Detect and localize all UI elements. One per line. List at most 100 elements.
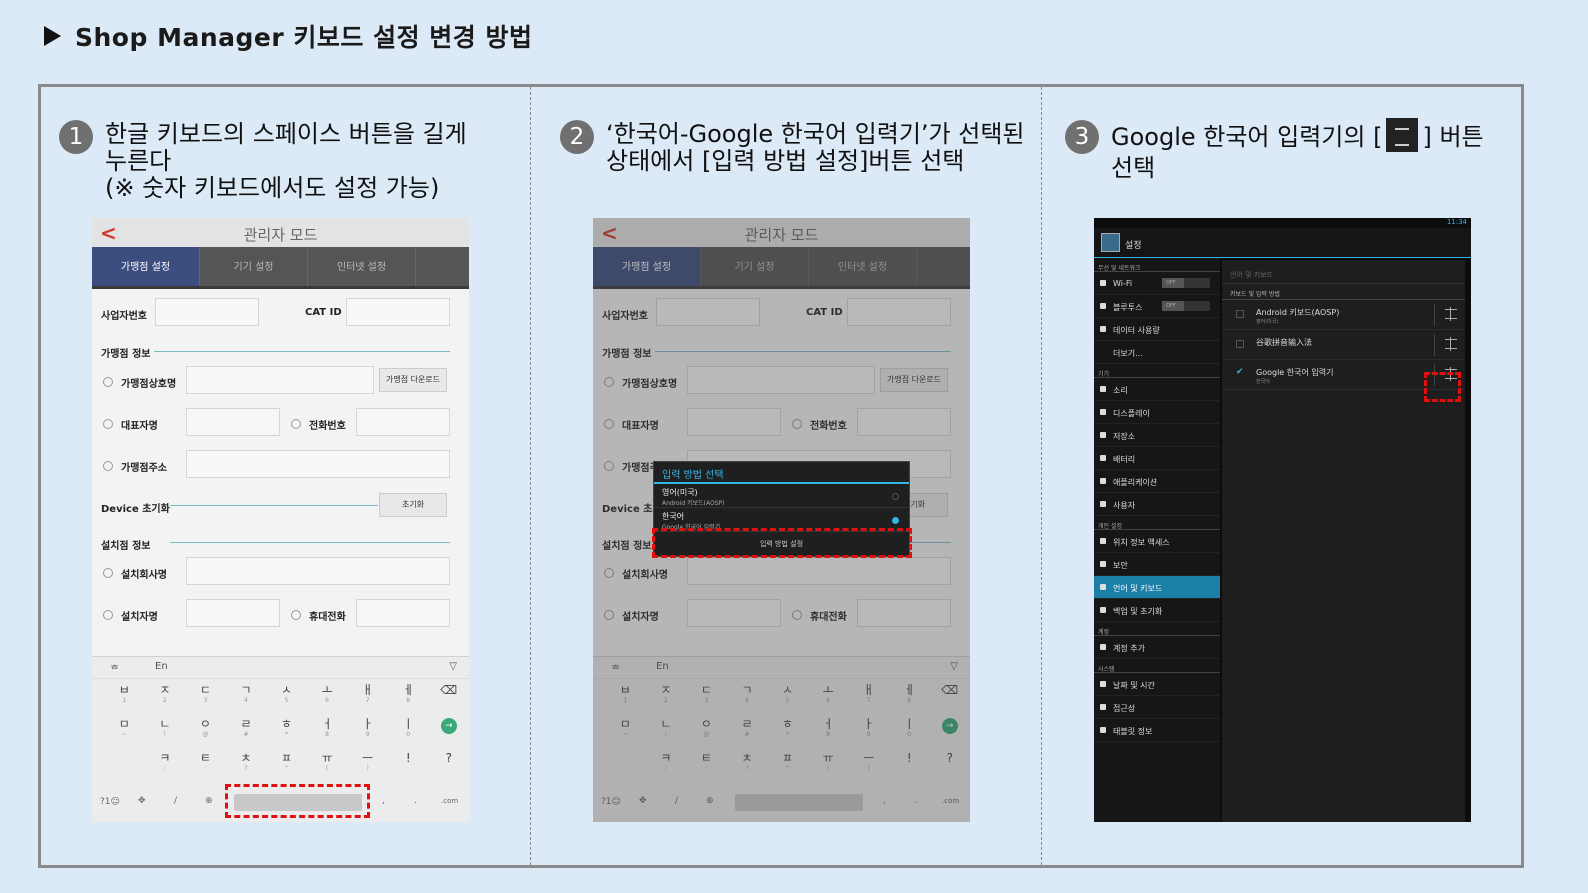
installer-input[interactable] (186, 599, 280, 627)
radio[interactable] (103, 610, 113, 620)
key[interactable]: ㅏ9 (347, 713, 388, 747)
step-text: Google 한국어 입력기의 [] 버튼 선택 (1111, 118, 1484, 182)
store-info-section: 가맹점 정보 (101, 349, 151, 360)
ime-row-aosp[interactable]: Android 키보드(AOSP) 영어(미국) (1222, 300, 1465, 330)
menu-accessibility[interactable]: 접근성 (1094, 696, 1220, 719)
radio[interactable] (291, 419, 301, 429)
key[interactable]: ㅗ6 (307, 679, 348, 713)
key[interactable]: ㄷ3 (185, 679, 226, 713)
key[interactable]: ㅊ? (226, 747, 267, 781)
bluetooth-icon (1100, 303, 1106, 309)
address-label: 가맹점주소 (121, 463, 167, 474)
owner-input[interactable] (186, 408, 280, 436)
menu-display[interactable]: 디스플레이 (1094, 401, 1220, 424)
menu-more[interactable]: 더보기... (1094, 341, 1220, 364)
menu-wifi[interactable]: Wi-Fi OFF (1094, 272, 1220, 295)
bluetooth-toggle[interactable]: OFF (1162, 301, 1210, 311)
enter-key[interactable]: → (429, 713, 470, 747)
key[interactable]: ? (429, 747, 470, 781)
globe-icon[interactable]: ⊕ (205, 796, 213, 806)
backspace-icon[interactable]: ⌫ (429, 679, 470, 713)
menu-security[interactable]: 보안 (1094, 553, 1220, 576)
key[interactable]: ㄱ4 (226, 679, 267, 713)
panel-header: 언어 및 키보드 (1222, 260, 1465, 284)
cat-id-input[interactable] (346, 298, 450, 326)
tab-device-settings[interactable]: 기기 설정 (200, 247, 308, 286)
ime-row-pinyin[interactable]: 谷歌拼音输入法 (1222, 330, 1465, 360)
radio[interactable] (103, 461, 113, 471)
key[interactable]: ㅋ; (145, 747, 186, 781)
menu-tablet-info[interactable]: 태블릿 정보 (1094, 719, 1220, 742)
keyboard-bar: ᄒ En ▽ (92, 657, 469, 679)
reset-button[interactable]: 초기화 (379, 493, 447, 517)
menu-data-usage[interactable]: 데이터 사용량 (1094, 318, 1220, 341)
menu-datetime[interactable]: 날짜 및 시간 (1094, 673, 1220, 696)
menu-users[interactable]: 사용자 (1094, 493, 1220, 516)
menu-storage[interactable]: 저장소 (1094, 424, 1220, 447)
instruction-frame: 1 한글 키보드의 스페이스 버튼을 길게 누른다 (※ 숫자 키보드에서도 설… (38, 84, 1524, 868)
menu-apps[interactable]: 애플리케이션 (1094, 470, 1220, 493)
step-2: 2 ‘한국어-Google 한국어 입력기’가 선택된 상태에서 [입력 방법 … (560, 119, 1024, 179)
step-number: 2 (560, 120, 594, 154)
key[interactable]: ㅡ) (347, 747, 388, 781)
hangul-key[interactable]: ᄒ (110, 661, 119, 676)
menu-sound[interactable]: 소리 (1094, 378, 1220, 401)
key[interactable]: ㅓ8 (307, 713, 348, 747)
move-cursor-icon[interactable]: ✥ (138, 796, 146, 806)
dotcom-key[interactable]: .com (441, 797, 458, 805)
key[interactable]: ㅎ * (266, 713, 307, 747)
radio[interactable] (103, 419, 113, 429)
step-1: 1 한글 키보드의 스페이스 버튼을 길게 누른다 (※ 숫자 키보드에서도 설… (59, 119, 509, 209)
radio[interactable] (103, 377, 113, 387)
mobile-input[interactable] (356, 599, 450, 627)
menu-add-account[interactable]: 계정 추가 (1094, 636, 1220, 659)
phone-input[interactable] (356, 408, 450, 436)
address-input[interactable] (186, 450, 450, 478)
key[interactable]: ㅌ: (185, 747, 226, 781)
store-download-button[interactable]: 가맹점 다운로드 (379, 368, 447, 392)
tab-internet-settings[interactable]: 인터넷 설정 (308, 247, 416, 286)
key[interactable]: ㄴ! (145, 713, 186, 747)
checkbox[interactable] (1236, 340, 1244, 348)
key[interactable]: ㅁ ~ (104, 713, 145, 747)
key[interactable]: ㅍ " (266, 747, 307, 781)
key[interactable]: ㅠ( (307, 747, 348, 781)
menu-battery[interactable]: 배터리 (1094, 447, 1220, 470)
highlight-space-key (225, 784, 370, 818)
chevron-down-icon[interactable]: ▽ (449, 661, 457, 672)
key[interactable]: ㄹ # (226, 713, 267, 747)
key[interactable]: ! (388, 747, 429, 781)
key[interactable]: ㅔ8 (388, 679, 429, 713)
menu-backup[interactable]: 백업 및 초기화 (1094, 599, 1220, 622)
comma-key[interactable]: , (382, 796, 385, 806)
dot-key[interactable]: . (414, 796, 417, 806)
slash-key[interactable]: / (174, 796, 177, 806)
business-no-input[interactable] (155, 298, 259, 326)
menu-language[interactable]: 언어 및 키보드 (1094, 576, 1220, 599)
settings-sliders-icon[interactable] (1445, 307, 1457, 321)
symbol-key[interactable]: ?1☺ (100, 797, 120, 807)
step-line: Google 한국어 입력기의 [] 버튼 (1111, 118, 1484, 155)
radio[interactable] (291, 610, 301, 620)
key[interactable]: ㅐ7 (347, 679, 388, 713)
english-key[interactable]: En (155, 661, 168, 672)
key[interactable]: ㅈ2 (145, 679, 186, 713)
ime-option-english[interactable]: 영어(미국) Android 키보드(AOSP) (654, 484, 909, 508)
key[interactable]: ㅣ0 (388, 713, 429, 747)
checkbox-checked-icon[interactable]: ✔ (1236, 367, 1244, 377)
data-usage-icon (1100, 326, 1106, 332)
tab-store-settings[interactable]: 가맹점 설정 (92, 247, 200, 286)
radio[interactable] (103, 568, 113, 578)
settings-app-icon (1101, 233, 1120, 252)
key[interactable]: ㅇ @ (185, 713, 226, 747)
store-name-input[interactable] (186, 366, 374, 394)
settings-sliders-icon[interactable] (1445, 337, 1457, 351)
menu-bluetooth[interactable]: 블루투스 OFF (1094, 295, 1220, 318)
settings-sliders-icon (1386, 118, 1419, 152)
menu-location[interactable]: 위치 정보 액세스 (1094, 530, 1220, 553)
checkbox[interactable] (1236, 310, 1244, 318)
installer-company-input[interactable] (186, 557, 450, 585)
key[interactable]: ㅂ1 (104, 679, 145, 713)
key[interactable]: ㅅ5 (266, 679, 307, 713)
wifi-toggle[interactable]: OFF (1162, 278, 1210, 288)
